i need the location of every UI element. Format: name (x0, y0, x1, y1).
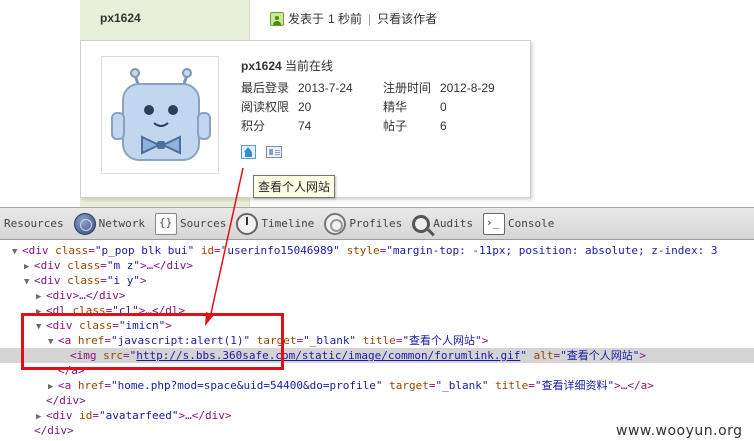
dom-attr-value: "m z" (106, 259, 140, 272)
popup-username-line: px1624 当前在线 (241, 57, 333, 74)
post-meta-bar: 发表于 1 秒前 | 只看该作者 (270, 10, 437, 27)
tab-network[interactable]: Network (70, 208, 151, 239)
popup-username[interactable]: px1624 (241, 59, 282, 73)
stat-value: 20 (298, 100, 312, 114)
popup-icon-row (241, 145, 282, 159)
post-author-name[interactable]: px1624 (100, 11, 141, 25)
dom-quote: " (520, 349, 527, 362)
dom-node[interactable]: </div> (0, 393, 754, 408)
profiles-icon (324, 212, 347, 235)
stat-value: 2012-8-29 (440, 81, 495, 95)
dom-attr-value: "查看个人网站" (560, 349, 640, 362)
tab-audits[interactable]: Audits (408, 208, 479, 239)
tab-label: Sources (179, 217, 227, 230)
dom-attr-value: "_blank" (303, 334, 357, 347)
watermark: www.wooyun.org (616, 423, 743, 439)
dom-attr-name: class (67, 259, 101, 272)
dom-tag: <a (58, 379, 78, 392)
console-icon (483, 212, 506, 235)
forum-post-area: px1624 发表于 1 秒前 | 只看该作者 px1624 当前在线 最后登录… (0, 0, 754, 207)
dom-attr-name: id (200, 244, 215, 257)
online-status-icon (270, 11, 284, 26)
network-icon (73, 212, 96, 235)
robot-avatar-icon (111, 68, 211, 161)
avatar[interactable] (101, 56, 219, 174)
dom-attr-name: class (67, 274, 101, 287)
dom-tag-close: >…</div> (178, 409, 232, 422)
tab-label: Timeline (261, 217, 315, 230)
stat-value: 2013-7-24 (298, 81, 353, 95)
posted-time: 1 秒前 (328, 12, 363, 26)
stat-label: 帖子 (383, 119, 408, 133)
dom-tag: <div (22, 244, 56, 257)
dom-tag-close: > (140, 274, 147, 287)
dom-attr-name: class (55, 244, 89, 257)
dom-attr-name: alt (533, 349, 554, 362)
sources-icon (154, 212, 177, 235)
tab-label: Console (508, 217, 555, 230)
tooltip: 查看个人网站 (253, 175, 336, 198)
tab-label: Network (98, 217, 145, 230)
dom-node[interactable]: ▶ <div>…</div> (0, 288, 754, 303)
timeline-icon (236, 212, 259, 235)
dom-tag: <div (34, 259, 68, 272)
highlight-box (21, 313, 284, 370)
dom-tag: </div> (34, 424, 74, 437)
tab-console[interactable]: Console (479, 208, 560, 239)
online-status-text: 当前在线 (285, 59, 334, 73)
dom-node[interactable]: ▶ <div id="avatarfeed">…</div> (0, 408, 754, 423)
dom-tag: <div>…</div> (46, 289, 126, 302)
dom-tag: <div (46, 409, 80, 422)
dom-attr-name: href (77, 379, 105, 392)
tab-profiles[interactable]: Profiles (320, 208, 408, 239)
dom-attr-name: target (389, 379, 429, 392)
user-stats-grid: 最后登录 2013-7-24 注册时间 2012-8-29 阅读权限 20 精华… (241, 81, 500, 133)
tab-label: Resources (4, 217, 64, 230)
stat-label: 阅读权限 (241, 100, 290, 114)
dom-tag-close: >…</div> (140, 259, 193, 272)
tab-resources[interactable]: Resources (0, 208, 70, 239)
tab-sources[interactable]: Sources (151, 208, 232, 239)
posted-prefix: 发表于 (288, 12, 325, 26)
dom-tag: </div> (46, 394, 86, 407)
tab-label: Profiles (349, 217, 403, 230)
dom-attr-value: "margin-top: -11px; position: absolute; … (386, 244, 718, 257)
dom-node[interactable]: ▼ <div class="i y"> (0, 273, 754, 288)
home-icon[interactable] (241, 145, 256, 159)
stat-label: 精华 (383, 100, 408, 114)
dom-attr-value: "查看个人网站" (402, 334, 482, 347)
dom-node[interactable]: ▶ <div class="m z">…</div> (0, 258, 754, 273)
dom-attr-name: style (346, 244, 380, 257)
dom-attr-value: "p_pop blk bui" (94, 244, 195, 257)
dom-attr-value: "i y" (106, 274, 140, 287)
stat-value: 6 (440, 119, 447, 133)
stat-value: 0 (440, 100, 447, 114)
dom-tag: <div (34, 274, 68, 287)
dom-attr-value: "userinfo15046989" (220, 244, 340, 257)
devtools-tab-strip: Resources Network Sources Timeline Profi… (0, 207, 754, 240)
tab-label: Audits (433, 217, 474, 230)
dom-node[interactable]: ▼ <div class="p_pop blk bui" id="userinfo… (0, 243, 754, 258)
audits-icon (412, 214, 431, 233)
dom-attr-value: "avatarfeed" (99, 409, 179, 422)
dom-tag-close: > (481, 334, 489, 347)
dom-tag-close: > (639, 349, 646, 362)
dom-attr-name: id (79, 409, 93, 422)
stat-label: 积分 (241, 119, 266, 133)
stat-label: 最后登录 (241, 81, 290, 95)
dom-attr-value: "home.php?mod=space&uid=54400&do=profile… (111, 379, 383, 392)
dom-attr-value: "查看详细资料" (534, 379, 615, 392)
meta-separator: | (368, 11, 372, 26)
stat-value: 74 (298, 119, 312, 133)
dom-attr-name: title (362, 334, 396, 347)
tab-timeline[interactable]: Timeline (232, 208, 320, 239)
dom-node[interactable]: ▶ <a href="home.php?mod=space&uid=54400&d… (0, 378, 754, 393)
dom-attr-value: "_blank" (435, 379, 489, 392)
profile-card-icon[interactable] (266, 146, 282, 158)
dom-tag-close: >…</a> (614, 379, 654, 392)
author-only-link[interactable]: 只看该作者 (377, 10, 437, 27)
dom-attr-name: title (495, 379, 529, 392)
stat-label: 注册时间 (383, 81, 432, 95)
